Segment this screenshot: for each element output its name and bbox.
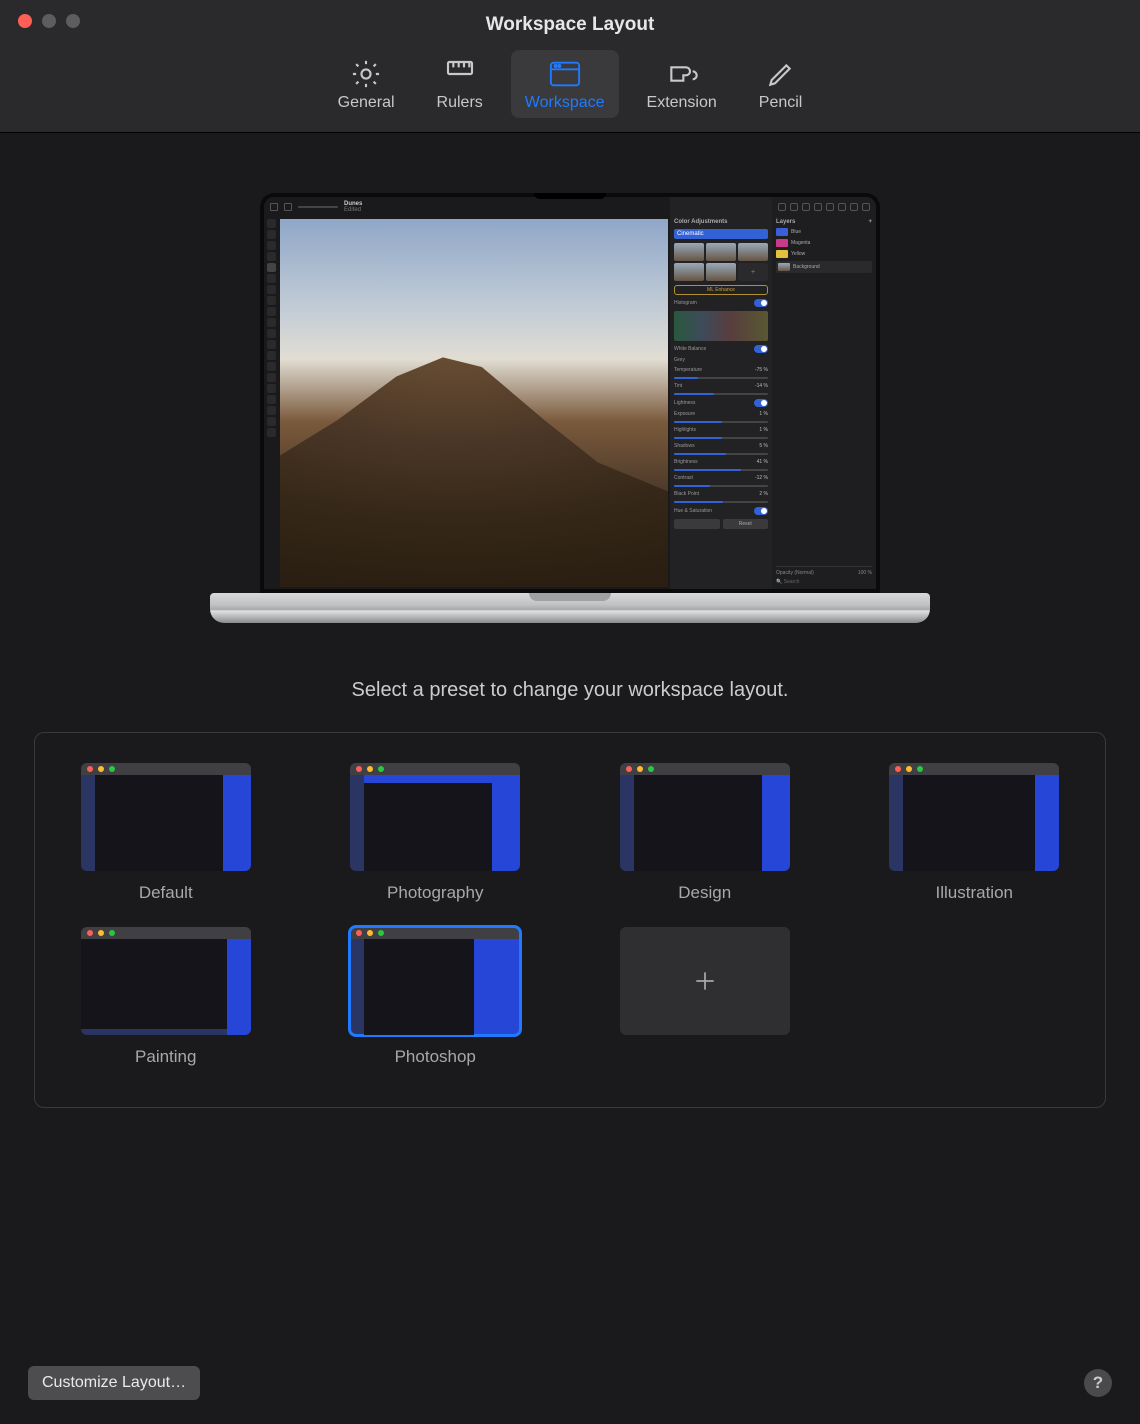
pencil-icon <box>765 58 797 90</box>
tab-rulers[interactable]: Rulers <box>423 50 497 118</box>
preset-add-button[interactable] <box>620 927 790 1067</box>
minimize-window-button[interactable] <box>42 14 56 28</box>
preset-photography[interactable]: Photography <box>350 763 520 903</box>
preview-app-screen: Dunes Edited <box>264 197 876 589</box>
instruction-text: Select a preset to change your workspace… <box>352 679 789 702</box>
help-button[interactable]: ? <box>1084 1369 1112 1397</box>
tab-general[interactable]: General <box>324 50 409 118</box>
preview-layers-panel: Layers+ Blue Magenta Yellow Background O… <box>772 197 876 589</box>
presets-panel: Default Photography Design <box>34 732 1106 1108</box>
titlebar: Workspace Layout General Rulers Workspac… <box>0 0 1140 133</box>
preset-default[interactable]: Default <box>81 763 251 903</box>
content-area: Dunes Edited <box>0 133 1140 1350</box>
close-window-button[interactable] <box>18 14 32 28</box>
footer: Customize Layout… ? <box>0 1350 1140 1424</box>
preset-illustration[interactable]: Illustration <box>889 763 1059 903</box>
preview-ca-preset-dropdown: Cinematic <box>674 229 768 239</box>
zoom-window-button[interactable] <box>66 14 80 28</box>
preferences-toolbar: General Rulers Workspace Extension <box>0 42 1140 132</box>
ruler-icon <box>444 58 476 90</box>
preview-tools-sidebar <box>264 197 278 589</box>
preset-photoshop[interactable]: Photoshop <box>350 927 520 1067</box>
preview-canvas <box>280 219 668 587</box>
preferences-window: Workspace Layout General Rulers Workspac… <box>0 0 1140 1424</box>
extension-icon <box>666 58 698 90</box>
preset-design[interactable]: Design <box>620 763 790 903</box>
window-title: Workspace Layout <box>0 14 1140 42</box>
plus-icon <box>692 968 718 994</box>
tab-workspace[interactable]: Workspace <box>511 50 619 118</box>
customize-layout-button[interactable]: Customize Layout… <box>28 1366 200 1400</box>
preview-doc-status: Edited <box>344 207 362 213</box>
preview-color-adjustments-panel: Color Adjustments Cinematic + ML Enhance… <box>670 197 772 589</box>
tab-extension[interactable]: Extension <box>633 50 731 118</box>
workspace-icon <box>549 58 581 90</box>
preview-laptop: Dunes Edited <box>210 193 930 623</box>
preset-painting[interactable]: Painting <box>81 927 251 1067</box>
tab-pencil[interactable]: Pencil <box>745 50 817 118</box>
gear-icon <box>350 58 382 90</box>
